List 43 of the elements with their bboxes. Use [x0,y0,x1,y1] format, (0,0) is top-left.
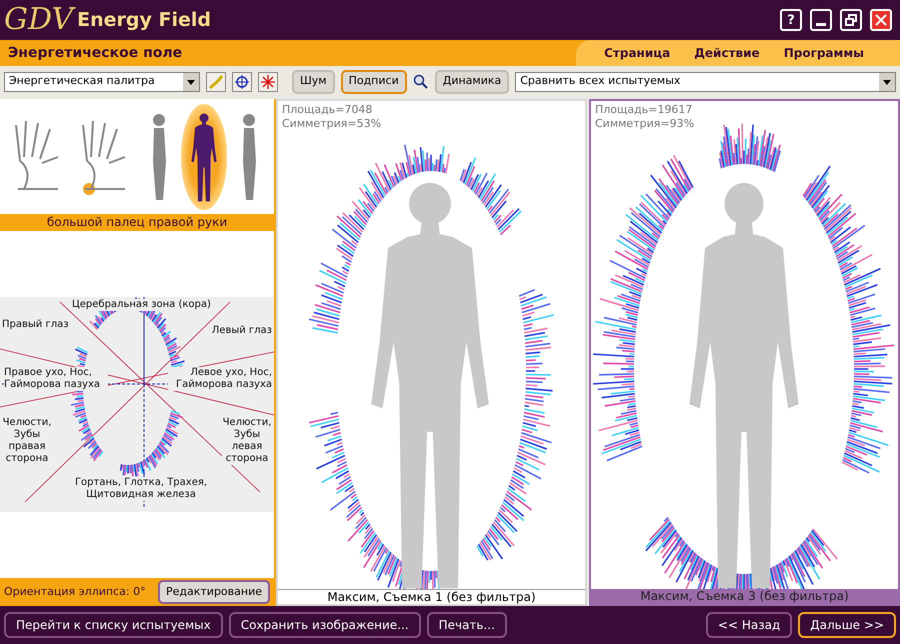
asterisk-icon [261,74,275,88]
restore-icon [845,14,857,26]
tool-button[interactable] [258,72,278,92]
symmetry-reading: Симметрия=53% [282,117,382,131]
toggle-button[interactable]: Подписи [340,70,407,94]
orientation-reading: Ориентация эллипса: 0° [4,584,146,600]
dynamics-button[interactable]: Динамика [434,70,510,94]
zone-label: Правый глаз [2,319,69,331]
restore-button[interactable] [840,9,862,31]
image-caption: Максим, Съемка 3 (без фильтра) [591,589,898,604]
finger-label: большой палец правой руки [46,214,228,231]
app-logo: GDV [4,5,74,35]
action-button[interactable]: Перейти к списку испытуемых [4,612,223,638]
menu-item[interactable]: Программы [772,44,876,62]
compare-dropdown[interactable]: Сравнить всех испытуемых [515,72,896,92]
zoom-icon [412,74,429,90]
curve-icon [209,74,223,88]
image-caption: Максим, Съемка 1 (без фильтра) [278,589,585,604]
zone-label: Церебральная зона (кора) [72,299,211,311]
zone-label: Левое ухо, Нос, Гайморова пазуха [168,367,272,391]
section-title: Энергетическое поле [8,44,182,62]
action-button[interactable]: Дальше >> [798,612,896,638]
zone-label: Челюсти, Зубы левая сторона [222,417,272,465]
menu-item[interactable]: Действие [682,44,772,62]
help-button[interactable]: ? [780,9,802,31]
close-button[interactable] [870,9,892,31]
zone-label: Правое ухо, Нос, Гайморова пазуха [4,367,108,391]
action-button[interactable]: Печать... [426,612,507,638]
area-reading: Площадь=19617 [595,103,692,117]
close-icon [875,14,887,26]
tool-button[interactable] [232,72,252,92]
minimize-button[interactable] [810,9,832,31]
action-button[interactable]: Сохранить изображение... [228,612,421,638]
toggle-button[interactable]: Шум [292,70,335,94]
target-icon [235,74,249,88]
symmetry-reading: Симметрия=93% [595,117,694,131]
palette-dropdown[interactable]: Энергетическая палитра [4,72,200,92]
window-title: Energy Field [77,8,212,33]
edit-button[interactable]: Редактирование [158,580,270,604]
menu-item[interactable]: Страница [592,44,682,62]
zone-label: Челюсти, Зубы правая сторона [2,417,52,465]
area-reading: Площадь=7048 [282,103,372,117]
action-button[interactable]: << Назад [706,612,792,638]
